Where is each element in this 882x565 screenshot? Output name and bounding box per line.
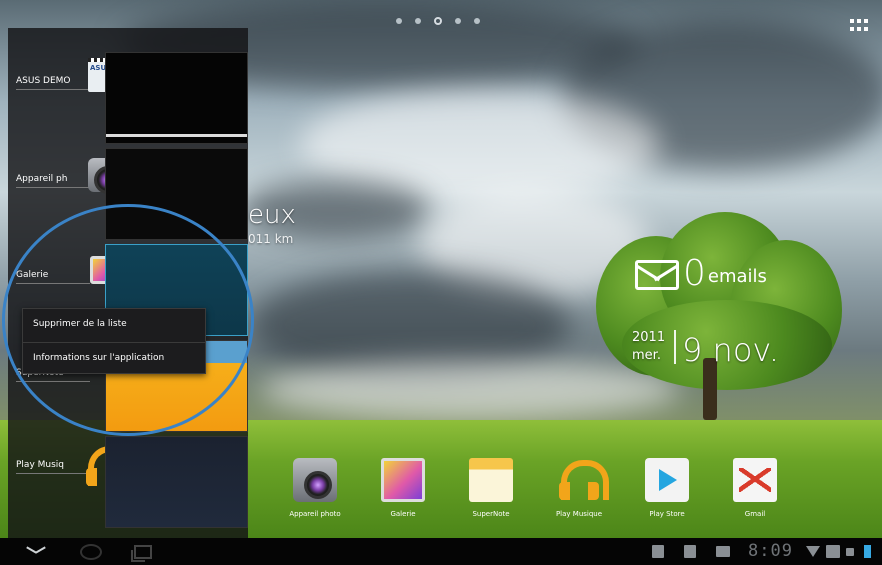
wifi-icon xyxy=(806,546,820,557)
recent-app-thumbnail[interactable] xyxy=(105,52,248,144)
recent-apps-button-icon[interactable] xyxy=(131,545,152,562)
email-label: emails xyxy=(707,266,767,287)
dock-label: Appareil photo xyxy=(289,510,341,518)
download-notification-icon[interactable] xyxy=(652,545,664,558)
date-day-month: 9 nov. xyxy=(682,331,780,369)
system-bar: 8:09 xyxy=(0,538,882,565)
page-dot[interactable] xyxy=(474,18,480,24)
weather-widget-city: eux xyxy=(248,200,296,230)
play-store-icon xyxy=(645,458,689,502)
home-button-icon[interactable] xyxy=(80,544,102,560)
all-apps-grid-icon[interactable] xyxy=(850,19,868,31)
page-dot[interactable] xyxy=(415,18,421,24)
image-notification-icon[interactable] xyxy=(716,546,730,557)
status-clock[interactable]: 8:09 xyxy=(748,541,793,561)
date-weekday: mer. xyxy=(632,348,661,363)
dock-item-play-music[interactable]: Play Musique xyxy=(544,458,614,518)
recent-app-label: Appareil ph xyxy=(16,174,90,188)
email-widget[interactable]: 0 emails xyxy=(635,253,767,294)
recent-app-label: ASUS DEMO xyxy=(16,76,90,90)
gallery-icon xyxy=(381,458,425,502)
camera-icon xyxy=(293,458,337,502)
gmail-icon xyxy=(733,458,777,502)
highlight-circle xyxy=(2,204,254,436)
page-dot[interactable] xyxy=(396,18,402,24)
dock-label: Play Musique xyxy=(555,510,603,518)
play-music-icon xyxy=(557,458,609,502)
recent-app-label: Play Musiq xyxy=(16,460,90,474)
battery-icon xyxy=(864,545,871,558)
date-year: 2011 xyxy=(632,330,666,345)
dock-item-gmail[interactable]: Gmail xyxy=(720,458,790,518)
cloud xyxy=(260,360,680,420)
recent-app-thumbnail[interactable] xyxy=(105,436,248,528)
dock-label: SuperNote xyxy=(472,510,510,518)
dock-item-supernote[interactable]: SuperNote xyxy=(456,458,526,518)
dock: Appareil photo Galerie SuperNote Play Mu… xyxy=(280,458,800,528)
notification-icon xyxy=(846,548,854,556)
date-separator xyxy=(674,330,676,364)
page-dot[interactable] xyxy=(455,18,461,24)
mail-envelope-icon xyxy=(635,260,679,290)
dock-item-play-store[interactable]: Play Store xyxy=(632,458,702,518)
document-notification-icon[interactable] xyxy=(684,545,696,558)
supernote-icon xyxy=(469,458,513,502)
email-count: 0 xyxy=(683,253,706,294)
dock-label: Play Store xyxy=(649,510,685,518)
dock-label: Gmail xyxy=(744,510,766,518)
dock-item-gallery[interactable]: Galerie xyxy=(368,458,438,518)
page-dot-active[interactable] xyxy=(434,17,442,25)
back-chevron-icon[interactable] xyxy=(26,543,46,560)
weather-widget-sub: 011 km xyxy=(248,232,294,246)
page-indicator xyxy=(396,17,480,25)
dock-label: Galerie xyxy=(390,510,416,518)
dock-item-camera[interactable]: Appareil photo xyxy=(280,458,350,518)
signal-icon xyxy=(826,545,840,558)
